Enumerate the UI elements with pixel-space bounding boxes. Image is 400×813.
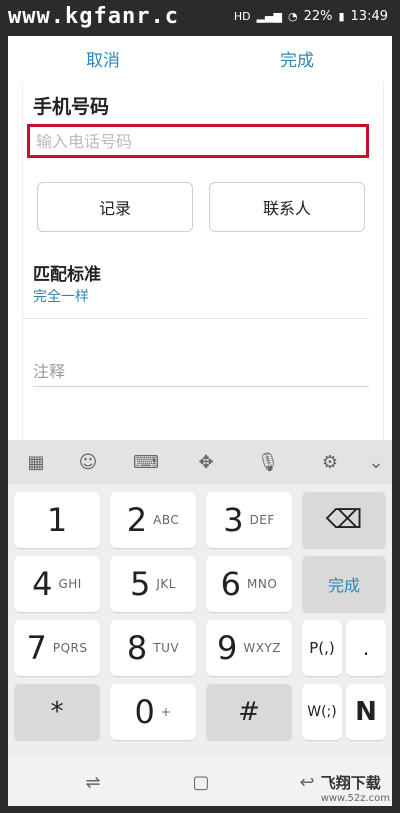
status-bar: www.kgfanr.c HD ▂▄▆ ◔ 22% ▮ 13:49 (0, 0, 400, 36)
wait-key[interactable]: W(;) (302, 684, 342, 740)
key-letters: DEF (249, 513, 275, 527)
key-3[interactable]: 3 DEF (206, 492, 292, 548)
status-icons: HD ▂▄▆ ◔ 22% ▮ 13:49 (234, 9, 388, 24)
clock: 13:49 (350, 9, 388, 24)
match-criteria-value[interactable]: 完全一样 (33, 286, 89, 306)
key-digit: 5 (130, 565, 151, 603)
wifi-icon: ◔ (287, 10, 298, 23)
key-4[interactable]: 4 GHI (14, 556, 100, 612)
chevron-down-icon[interactable]: ⌄ (362, 450, 390, 474)
key-digit: 8 (126, 629, 148, 667)
cancel-button[interactable]: 取消 (86, 46, 120, 71)
home-icon[interactable]: ▢ (188, 770, 214, 794)
battery-percent: 22% (303, 9, 333, 24)
keyboard-done-key[interactable]: 完成 (302, 556, 386, 612)
dot-key-label: . (362, 636, 370, 660)
dialog-topbar: 取消 完成 (8, 36, 392, 82)
key-digit: 4 (32, 565, 53, 603)
signal-icon: ▂▄▆ (256, 10, 282, 23)
emoji-grid-icon[interactable]: ▦ (22, 450, 50, 474)
key-digit: 9 (217, 629, 238, 667)
smiley-icon[interactable]: ☺ (74, 450, 102, 474)
phone-number-input[interactable] (27, 124, 369, 158)
keyboard-icon[interactable]: ⌨ (132, 450, 160, 474)
watermark-text: www.kgfanr.c (8, 4, 179, 29)
backspace-icon: ⌫ (325, 505, 363, 535)
hash-key-label: # (238, 697, 260, 727)
watermark-url: www.52z.com (320, 793, 390, 804)
key-letters: + (160, 705, 172, 719)
mic-icon[interactable]: 🎙 (254, 450, 282, 474)
key-9[interactable]: 9 WXYZ (206, 620, 292, 676)
key-letters: MNO (247, 577, 278, 591)
key-letters: WXYZ (243, 641, 281, 655)
key-digit: 2 (126, 501, 148, 539)
back-icon[interactable]: ↩ (294, 770, 320, 794)
numeric-keyboard: ▦ ☺ ⌨ ✥ 🎙 ⚙ ⌄ 1 2 ABC 3 DEF ⌫ 4 GHI 5 JK… (8, 440, 392, 758)
settings-icon[interactable]: ⚙ (316, 450, 344, 474)
n-key[interactable]: N (346, 684, 386, 740)
contacts-button[interactable]: 联系人 (209, 182, 365, 232)
add-number-dialog: 取消 完成 手机号码 记录 联系人 匹配标准 完全一样 注释 (8, 36, 392, 440)
key-digit: 1 (46, 501, 68, 539)
key-0[interactable]: 0 + (110, 684, 196, 740)
divider (23, 318, 369, 319)
pause-key-label: P(,) (309, 639, 335, 657)
battery-icon: ▮ (338, 10, 345, 23)
star-key-label: * (50, 697, 64, 727)
key-letters: ABC (153, 513, 180, 527)
done-button[interactable]: 完成 (280, 46, 314, 71)
note-field[interactable]: 注释 (33, 358, 65, 382)
match-criteria-title: 匹配标准 (33, 265, 101, 285)
key-digit: 3 (223, 501, 244, 539)
n-key-label: N (355, 697, 377, 727)
key-1[interactable]: 1 (14, 492, 100, 548)
recent-apps-icon[interactable]: ⇌ (80, 770, 106, 794)
wait-key-label: W(;) (307, 704, 337, 720)
hash-key[interactable]: # (206, 684, 292, 740)
log-button[interactable]: 记录 (37, 182, 193, 232)
key-8[interactable]: 8 TUV (110, 620, 196, 676)
key-letters: JKL (156, 577, 176, 591)
key-6[interactable]: 6 MNO (206, 556, 292, 612)
keyboard-toolbar: ▦ ☺ ⌨ ✥ 🎙 ⚙ ⌄ (8, 440, 392, 484)
key-letters: GHI (58, 577, 82, 591)
key-5[interactable]: 5 JKL (110, 556, 196, 612)
network-hd-badge: HD (233, 10, 251, 23)
dot-key[interactable]: . (346, 620, 386, 676)
key-2[interactable]: 2 ABC (110, 492, 196, 548)
key-letters: TUV (153, 641, 180, 655)
key-letters: PQRS (52, 641, 88, 655)
done-key-label: 完成 (327, 576, 360, 595)
key-digit: 7 (26, 629, 47, 667)
key-7[interactable]: 7 PQRS (14, 620, 100, 676)
note-underline (33, 386, 369, 387)
move-icon[interactable]: ✥ (192, 450, 220, 474)
watermark-brand: 飞翔下载 (320, 774, 381, 792)
phone-field-title: 手机号码 (33, 96, 110, 118)
pause-key[interactable]: P(,) (302, 620, 342, 676)
key-digit: 0 (134, 693, 155, 731)
key-digit: 6 (220, 565, 242, 603)
form-area: 手机号码 记录 联系人 匹配标准 完全一样 注释 (22, 82, 384, 440)
site-watermark: 飞翔下载 www.52z.com (321, 772, 390, 804)
star-key[interactable]: * (14, 684, 100, 740)
backspace-key[interactable]: ⌫ (302, 492, 386, 548)
